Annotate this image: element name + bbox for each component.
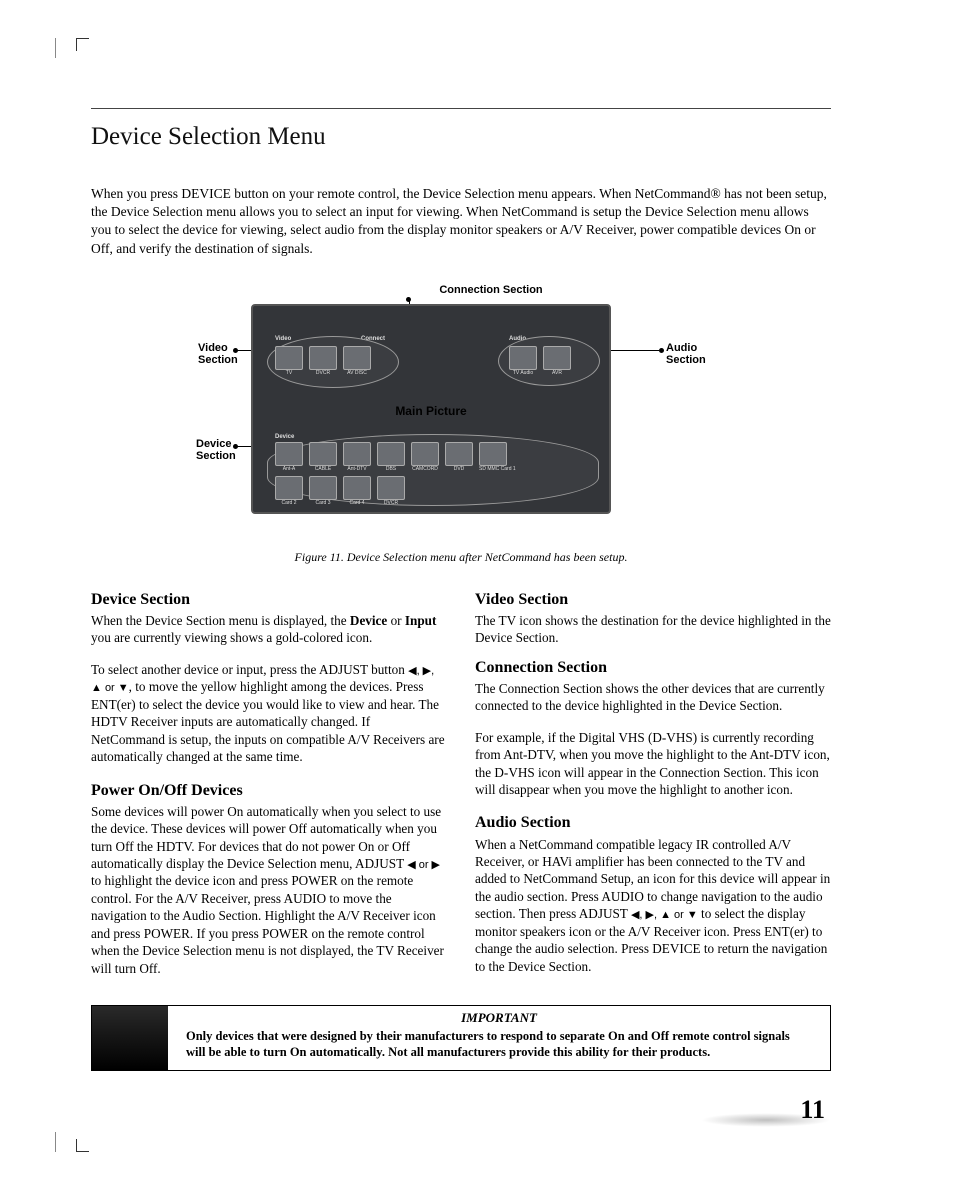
device-icon bbox=[377, 442, 405, 466]
icon-label: AV DISC bbox=[343, 370, 371, 376]
text-bold: Input bbox=[405, 613, 437, 628]
page-content: Device Selection Menu When you press DEV… bbox=[91, 108, 831, 1071]
device-icon bbox=[343, 442, 371, 466]
device-icon bbox=[275, 346, 303, 370]
device-icon bbox=[309, 442, 337, 466]
icon-row-device-2: Card 2 Card 3 Card 4 DVCR bbox=[275, 476, 405, 506]
figure-device-selection: Connection Section Video Section Audio S… bbox=[91, 284, 831, 544]
device-icon bbox=[275, 476, 303, 500]
device-section-p2: To select another device or input, press… bbox=[91, 661, 447, 766]
device-icon bbox=[275, 442, 303, 466]
leader-device: Device Section bbox=[196, 438, 246, 462]
heading-device-section: Device Section bbox=[91, 589, 447, 610]
crop-mark bbox=[55, 38, 56, 58]
device-icon bbox=[343, 476, 371, 500]
page-title: Device Selection Menu bbox=[91, 123, 831, 151]
crop-mark bbox=[55, 1132, 56, 1152]
device-icon bbox=[445, 442, 473, 466]
icon-label: SD MMC Card 1 bbox=[479, 466, 516, 472]
device-icon bbox=[343, 346, 371, 370]
page-number-value: 11 bbox=[800, 1095, 831, 1124]
device-selection-screenshot: Main Picture Video Connect Audio Device … bbox=[251, 304, 611, 514]
icon-label: TV bbox=[275, 370, 303, 376]
icon-label: Card 2 bbox=[275, 500, 303, 506]
text: you are currently viewing shows a gold-c… bbox=[91, 630, 372, 645]
right-column: Video Section The TV icon shows the dest… bbox=[475, 589, 831, 991]
icon-label: AVR bbox=[543, 370, 571, 376]
icon-label: DVCR bbox=[309, 370, 337, 376]
device-icon bbox=[377, 476, 405, 500]
left-column: Device Section When the Device Section m… bbox=[91, 589, 447, 991]
heading-power: Power On/Off Devices bbox=[91, 780, 447, 801]
text-bold: Device bbox=[350, 613, 387, 628]
icon-label: DVD bbox=[445, 466, 473, 472]
heading-connection-section: Connection Section bbox=[475, 657, 831, 678]
text: to highlight the device icon and press P… bbox=[91, 873, 444, 975]
crop-mark bbox=[76, 1139, 89, 1152]
text: When the Device Section menu is displaye… bbox=[91, 613, 350, 628]
intro-paragraph: When you press DEVICE button on your rem… bbox=[91, 185, 831, 258]
icon-label: CAMCORD bbox=[411, 466, 439, 472]
icon-row-device-1: Ant-A CABLE Ant-DTV DBS CAMCORD DVD SD M… bbox=[275, 442, 516, 472]
group-label-device: Device bbox=[275, 434, 294, 440]
text: Some devices will power On automatically… bbox=[91, 804, 441, 871]
arrow-icons: ◀ or ▶ bbox=[407, 859, 440, 871]
body-columns: Device Section When the Device Section m… bbox=[91, 589, 831, 991]
page-number: 11 bbox=[701, 1095, 831, 1125]
icon-label: Ant-A bbox=[275, 466, 303, 472]
leader-video: Video Section bbox=[198, 342, 248, 366]
video-p: The TV icon shows the destination for th… bbox=[475, 612, 831, 647]
crop-mark bbox=[76, 38, 89, 51]
icon-label: TV Audio bbox=[509, 370, 537, 376]
important-title: IMPORTANT bbox=[186, 1010, 812, 1026]
leader-audio-1: Audio Section bbox=[666, 342, 706, 366]
device-icon bbox=[543, 346, 571, 370]
icon-row-video: TV DVCR AV DISC bbox=[275, 346, 371, 376]
leader-video-1: Video Section bbox=[198, 342, 238, 366]
conn-p2: For example, if the Digital VHS (D-VHS) … bbox=[475, 729, 831, 799]
main-picture-label: Main Picture bbox=[253, 404, 609, 418]
heading-audio-section: Audio Section bbox=[475, 812, 831, 833]
device-icon bbox=[509, 346, 537, 370]
leader-device-1: Device Section bbox=[196, 438, 236, 462]
leader-audio: Audio Section bbox=[666, 342, 726, 366]
icon-row-audio: TV Audio AVR bbox=[509, 346, 571, 376]
device-icon bbox=[309, 476, 337, 500]
leader-connection: Connection Section bbox=[391, 284, 591, 296]
group-label-video: Video bbox=[275, 336, 291, 342]
leader-dot bbox=[659, 348, 664, 353]
heading-video-section: Video Section bbox=[475, 589, 831, 610]
power-p: Some devices will power On automatically… bbox=[91, 803, 447, 977]
important-box: IMPORTANT Only devices that were designe… bbox=[91, 1005, 831, 1072]
figure-caption: Figure 11. Device Selection menu after N… bbox=[91, 550, 831, 565]
arrow-icons: ◀, ▶, ▲ or ▼ bbox=[631, 909, 698, 921]
icon-label: DVCR bbox=[377, 500, 405, 506]
text: or bbox=[387, 613, 405, 628]
device-icon bbox=[309, 346, 337, 370]
important-bar bbox=[92, 1006, 168, 1071]
icon-label: CABLE bbox=[309, 466, 337, 472]
device-icon bbox=[411, 442, 439, 466]
icon-label: DBS bbox=[377, 466, 405, 472]
text: To select another device or input, press… bbox=[91, 662, 408, 677]
top-rule bbox=[91, 108, 831, 109]
device-icon bbox=[479, 442, 507, 466]
important-text: Only devices that were designed by their… bbox=[186, 1028, 812, 1061]
text: , to move the yellow highlight among the… bbox=[91, 679, 445, 764]
device-section-p1: When the Device Section menu is displaye… bbox=[91, 612, 447, 647]
icon-label: Card 3 bbox=[309, 500, 337, 506]
icon-label: Card 4 bbox=[343, 500, 371, 506]
conn-p1: The Connection Section shows the other d… bbox=[475, 680, 831, 715]
icon-label: Ant-DTV bbox=[343, 466, 371, 472]
audio-p: When a NetCommand compatible legacy IR c… bbox=[475, 836, 831, 975]
